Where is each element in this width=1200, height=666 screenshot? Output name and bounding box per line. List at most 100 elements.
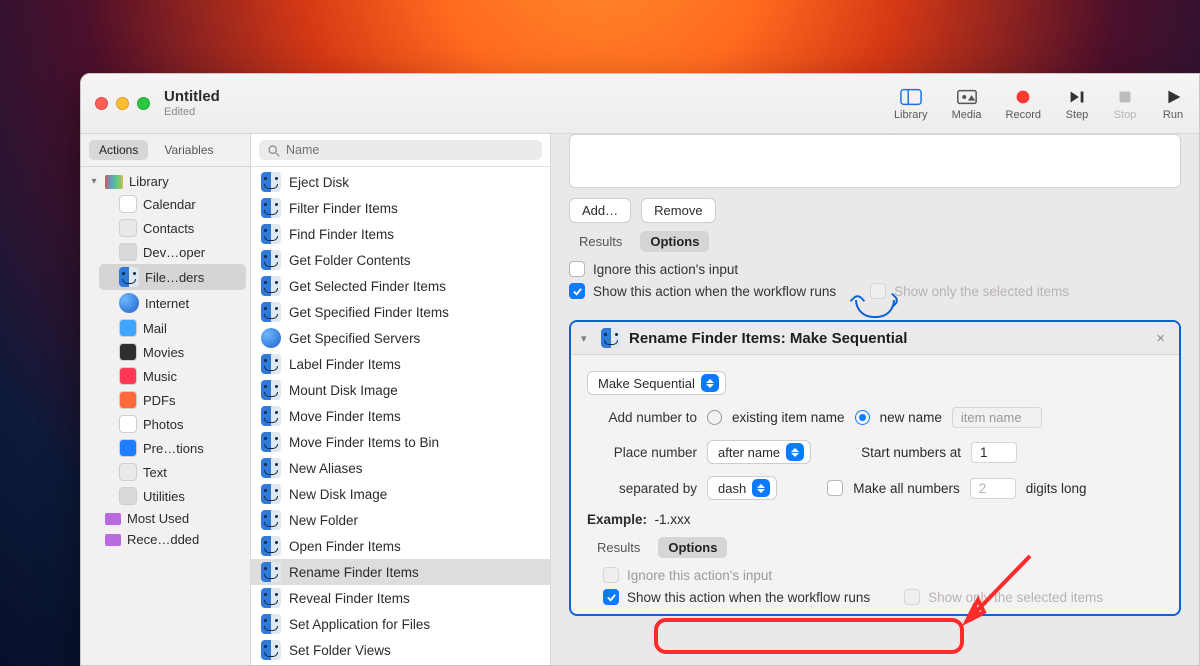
finder-icon (261, 198, 281, 218)
checkbox-checked-icon[interactable] (569, 283, 585, 299)
sidebar-item-label: Most Used (127, 511, 189, 526)
sidebar-item-label: Internet (145, 296, 189, 311)
app-icon (119, 391, 137, 409)
finder-icon (261, 562, 281, 582)
action-list-item[interactable]: Find Finder Items (251, 221, 550, 247)
radio-existing[interactable] (707, 410, 722, 425)
segment-bar: Actions Variables (81, 134, 250, 167)
finder-icon (261, 510, 281, 530)
action-list-item[interactable]: Set Spotlight C…for Finder Items (251, 663, 550, 665)
app-icon (119, 367, 137, 385)
action-list-item[interactable]: Filter Finder Items (251, 195, 550, 221)
sidebar-item-label: Pre…tions (143, 441, 204, 456)
app-icon (119, 319, 137, 337)
start-input[interactable]: 1 (971, 442, 1017, 463)
toolbar-run-button[interactable]: Run (1161, 87, 1185, 121)
sidebar-item-label: Contacts (143, 221, 194, 236)
sidebar-item[interactable]: Text (99, 460, 246, 484)
upper-tabs: Results Options (551, 231, 1199, 258)
action-list-item[interactable]: Move Finder Items to Bin (251, 429, 550, 455)
sidebar-item-label: Music (143, 369, 177, 384)
action-list-item[interactable]: Get Selected Finder Items (251, 273, 550, 299)
action-list-item[interactable]: Get Specified Servers (251, 325, 550, 351)
place-select[interactable]: after name (707, 440, 811, 464)
action-list-item[interactable]: Mount Disk Image (251, 377, 550, 403)
rename-action-card: ▾ Rename Finder Items: Make Sequential ×… (569, 320, 1181, 616)
sidebar-item[interactable]: Pre…tions (99, 436, 246, 460)
sidebar-item[interactable]: Dev…oper (99, 240, 246, 264)
mode-select[interactable]: Make Sequential (587, 371, 726, 395)
finder-icon (119, 267, 139, 287)
action-header[interactable]: ▾ Rename Finder Items: Make Sequential × (571, 322, 1179, 355)
action-list-item[interactable]: New Folder (251, 507, 550, 533)
library-tree[interactable]: ▾ Library Calendar Contacts Dev…operFile…d… (81, 167, 250, 554)
close-window-button[interactable] (95, 97, 108, 110)
sidebar-item[interactable]: Photos (99, 412, 246, 436)
sidebar-smart-folder[interactable]: Most Used (85, 508, 246, 529)
radio-newname[interactable] (855, 410, 870, 425)
sidebar-item[interactable]: Movies (99, 340, 246, 364)
action-list-item[interactable]: Get Specified Finder Items (251, 299, 550, 325)
sidebar-item[interactable]: Music (99, 364, 246, 388)
action-list-item-label: Get Specified Servers (289, 331, 420, 346)
action-list-item[interactable]: Eject Disk (251, 169, 550, 195)
toolbar-record-label: Record (1006, 109, 1041, 121)
itemname-input[interactable]: item name (952, 407, 1042, 428)
remove-button[interactable]: Remove (641, 198, 715, 223)
opt-ignore-upper[interactable]: Ignore this action's input (551, 258, 1199, 280)
search-field[interactable] (259, 140, 542, 160)
action-list-item[interactable]: Move Finder Items (251, 403, 550, 429)
segment-actions[interactable]: Actions (89, 140, 148, 160)
sidebar-item[interactable]: Contacts (99, 216, 246, 240)
toolbar-record-button[interactable]: Record (1006, 87, 1041, 121)
tab-options-upper[interactable]: Options (640, 231, 709, 252)
action-list-item[interactable]: Reveal Finder Items (251, 585, 550, 611)
makeall-label: Make all numbers (853, 481, 960, 496)
segment-variables[interactable]: Variables (154, 140, 223, 160)
sidebar-item[interactable]: Utilities (99, 484, 246, 508)
toolbar-step-button[interactable]: Step (1065, 87, 1089, 121)
sidebar-smart-folder[interactable]: Rece…dded (85, 529, 246, 550)
tab-options-lower[interactable]: Options (658, 537, 727, 558)
opt-show-lower[interactable]: Show this action when the workflow runs … (585, 586, 1165, 608)
actions-list[interactable]: Eject DiskFilter Finder ItemsFind Finder… (251, 167, 550, 665)
action-list-item[interactable]: Label Finder Items (251, 351, 550, 377)
search-input[interactable] (286, 143, 534, 157)
sidebar-item[interactable]: File…ders (99, 264, 246, 290)
sep-select-value: dash (718, 481, 746, 496)
action-list-item[interactable]: Set Folder Views (251, 637, 550, 663)
sep-select[interactable]: dash (707, 476, 777, 500)
action-list-item[interactable]: Set Application for Files (251, 611, 550, 637)
tab-results-lower[interactable]: Results (587, 537, 650, 558)
lower-tabs: Results Options (585, 537, 1165, 564)
tab-results-upper[interactable]: Results (569, 231, 632, 252)
makeall-checkbox[interactable] (827, 480, 843, 496)
digits-input[interactable]: 2 (970, 478, 1016, 499)
sidebar-item[interactable]: Internet (99, 290, 246, 316)
action-title: Rename Finder Items: Make Sequential (629, 330, 907, 347)
finder-icon (261, 276, 281, 296)
action-list-item[interactable]: Get Folder Contents (251, 247, 550, 273)
minimize-window-button[interactable] (116, 97, 129, 110)
toolbar-media-button[interactable]: Media (952, 87, 982, 121)
zoom-window-button[interactable] (137, 97, 150, 110)
add-button[interactable]: Add… (569, 198, 631, 223)
opt-show-upper[interactable]: Show this action when the workflow runs … (551, 280, 1199, 302)
sidebar-icon (899, 87, 923, 107)
sidebar-item[interactable]: Mail (99, 316, 246, 340)
mode-select-value: Make Sequential (598, 376, 695, 391)
window-subtitle: Edited (164, 106, 220, 118)
action-list-item[interactable]: Rename Finder Items (251, 559, 550, 585)
checkbox-checked-icon[interactable] (603, 589, 619, 605)
close-action-button[interactable]: × (1152, 330, 1169, 347)
action-list-item[interactable]: Open Finder Items (251, 533, 550, 559)
sidebar-item[interactable]: Calendar (99, 192, 246, 216)
action-list-item[interactable]: New Disk Image (251, 481, 550, 507)
library-root[interactable]: ▾ Library (85, 171, 246, 192)
finder-icon (261, 536, 281, 556)
action-list-item[interactable]: New Aliases (251, 455, 550, 481)
sidebar-item-label: Calendar (143, 197, 196, 212)
toolbar-library-button[interactable]: Library (894, 87, 928, 121)
checkbox-empty-icon[interactable] (569, 261, 585, 277)
sidebar-item[interactable]: PDFs (99, 388, 246, 412)
